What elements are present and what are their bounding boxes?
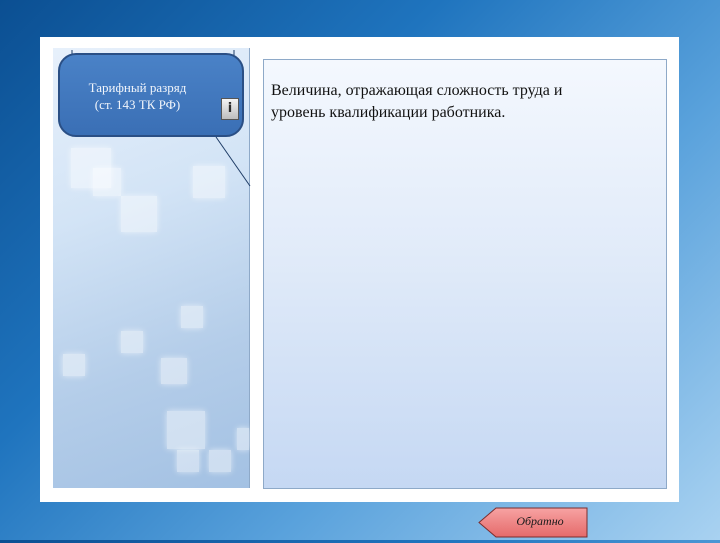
term-reference: (ст. 143 ТК РФ) <box>94 97 181 112</box>
decor-square <box>93 168 121 196</box>
definition-line: Величина, отражающая сложность труда и <box>271 82 563 99</box>
decor-square <box>193 166 225 198</box>
back-button-label: Обратно <box>516 514 564 528</box>
definition-line: уровень квалификации работника. <box>271 104 506 121</box>
decor-square <box>161 358 187 384</box>
back-button[interactable]: Обратно <box>478 507 588 538</box>
term-name: Тарифный разряд <box>88 80 187 95</box>
decor-square <box>63 354 85 376</box>
term-title: Тарифный разряд (ст. 143 ТК РФ) <box>60 79 215 113</box>
decor-square <box>181 306 203 328</box>
decor-square <box>209 450 231 472</box>
decor-square <box>121 331 143 353</box>
term-callout: Тарифный разряд (ст. 143 ТК РФ) <box>58 53 244 137</box>
decor-square <box>177 450 199 472</box>
decor-square <box>167 411 205 449</box>
info-icon[interactable]: i <box>221 98 239 120</box>
definition-text: Величина, отражающая сложность труда и у… <box>271 80 651 124</box>
decor-square <box>121 196 157 232</box>
decor-square <box>237 428 249 450</box>
